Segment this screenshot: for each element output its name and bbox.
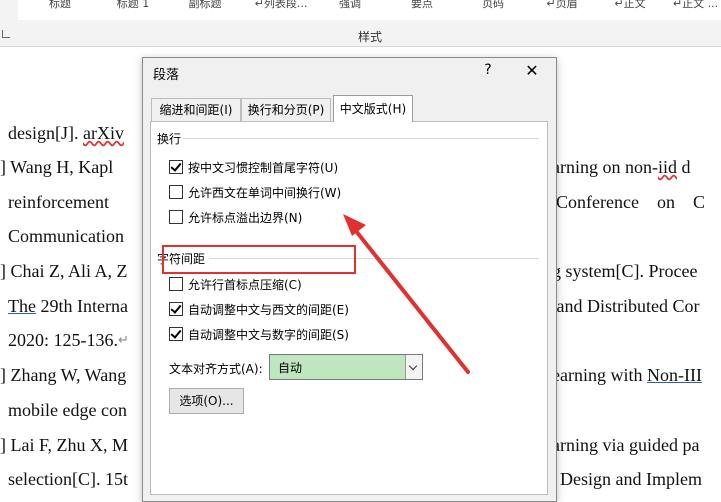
- arrow-shaft: [350, 224, 470, 374]
- tab-asian-typography[interactable]: 中文版式(H): [333, 95, 413, 122]
- arrow-head: [343, 214, 366, 236]
- annotation-arrow-icon: [343, 214, 470, 374]
